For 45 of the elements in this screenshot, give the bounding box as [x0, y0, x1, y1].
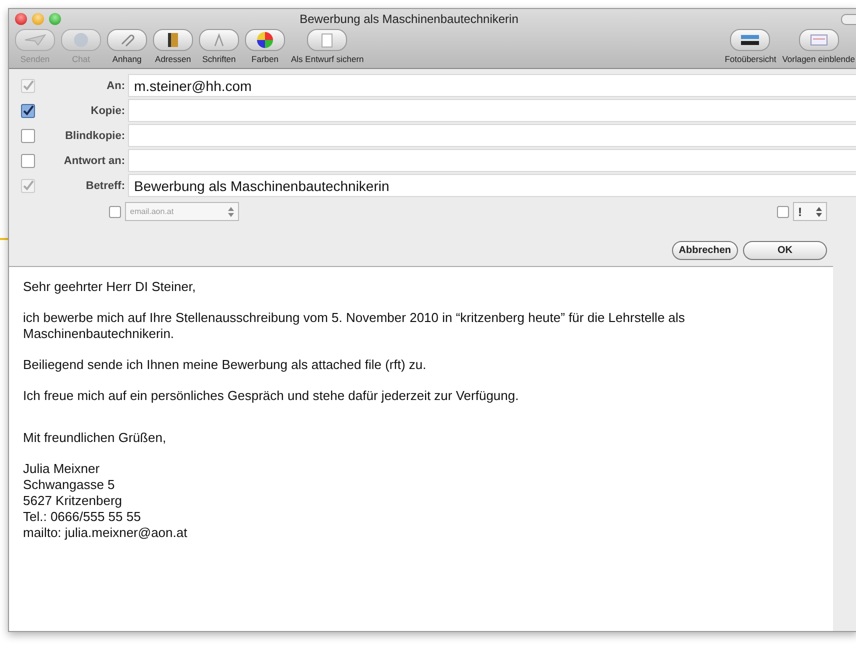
- paragraph: Beiliegend sende ich Ihnen meine Bewerbung als attached file (rft) zu.: [23, 357, 428, 373]
- signature-line: Schwangasse 5: [23, 477, 115, 493]
- toolbar-button[interactable]: Als Entwurf sichern: [289, 29, 366, 64]
- input-field[interactable]: [128, 99, 856, 122]
- signature-line: 5627 Kritzenberg: [23, 493, 122, 509]
- send-icon: [24, 34, 46, 46]
- close-button[interactable]: [15, 13, 27, 25]
- address-book-icon: [167, 32, 179, 48]
- field-label: Kopie:: [90, 104, 126, 116]
- dialog-button[interactable]: OK: [743, 241, 827, 260]
- toolbar-button[interactable]: Vorlagen einblende: [780, 29, 856, 64]
- field-label: An:: [106, 80, 126, 92]
- stepper-arrows-icon: [816, 206, 822, 216]
- field-label: Blindkopie:: [64, 130, 126, 142]
- input-field[interactable]: [128, 124, 856, 147]
- photo-browser-icon: [740, 34, 760, 46]
- input-field[interactable]: [128, 149, 856, 172]
- signature-line: Julia Meixner: [23, 461, 100, 477]
- paragraph: Sehr geehrter Herr DI Steiner,: [23, 279, 197, 295]
- checkbox[interactable]: [777, 206, 789, 218]
- message-body[interactable]: [9, 266, 833, 631]
- checkbox[interactable]: [109, 206, 121, 218]
- zoom-button[interactable]: [49, 13, 61, 25]
- template-icon: [810, 34, 828, 46]
- color-wheel-icon: [257, 32, 273, 48]
- closing-line: Mit freundlichen Grüßen,: [23, 430, 168, 446]
- signature-line: Tel.: 0666/555 55 55: [23, 509, 141, 525]
- dialog-button[interactable]: Abbrechen: [672, 241, 738, 260]
- toolbar-button[interactable]: Fotoübersicht: [722, 29, 778, 64]
- minimize-button[interactable]: [32, 13, 44, 25]
- field-label: Betreff:: [84, 180, 126, 192]
- checkbox[interactable]: [21, 104, 35, 118]
- priority-popup[interactable]: !: [793, 202, 827, 221]
- paperclip-icon: [119, 33, 135, 47]
- document-icon: [321, 32, 334, 48]
- field-label: Antwort an:: [62, 154, 126, 166]
- window-title: Bewerbung als Maschinenbautechnikerin: [298, 12, 520, 26]
- checkbox[interactable]: [21, 154, 35, 168]
- bubble-icon: [73, 32, 89, 48]
- font-icon: [212, 33, 226, 47]
- stepper-arrows-icon: [228, 206, 234, 216]
- paragraph: Ich freue mich auf ein persönliches Gespräch und stehe dafür jederzeit zur Verfügung.: [23, 388, 520, 404]
- checkbox[interactable]: [21, 128, 35, 142]
- paragraph: ich bewerbe mich auf Ihre Stellenausschreibung vom 5. November 2010 in “kritzenberg heute” für die Lehrstelle als Maschinenbautechnikerin.: [23, 310, 686, 342]
- signature-line: mailto: julia.meixner@aon.at: [23, 525, 188, 541]
